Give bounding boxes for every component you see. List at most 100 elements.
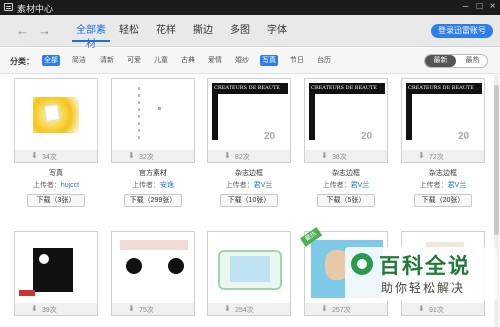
filter-chip-cute[interactable]: 可爱 bbox=[125, 55, 143, 66]
thumbnail-side-band bbox=[406, 94, 412, 140]
download-icon: ⬇ bbox=[418, 151, 425, 160]
filter-label: 分类： bbox=[10, 57, 34, 66]
tab-multi-image[interactable]: 多图 bbox=[229, 24, 251, 42]
app-icon bbox=[4, 3, 13, 11]
uploader-name-link[interactable]: 君V兰 bbox=[448, 182, 467, 189]
tab-all-materials[interactable]: 全部素材 bbox=[72, 24, 110, 50]
material-card[interactable]: ⬇ 254次 bbox=[207, 231, 291, 327]
download-count: 39次 bbox=[42, 307, 57, 314]
filter-chip-love[interactable]: 爱情 bbox=[206, 55, 224, 66]
close-icon[interactable]: × bbox=[486, 1, 499, 13]
material-card[interactable]: CREATEURS DE BEAUTE 20 ⬇ 82次 杂志边框 上传者：君V… bbox=[207, 78, 291, 223]
material-card[interactable]: ⬇ 32次 官方素材 上传者：安逸 下载（299张） bbox=[111, 78, 195, 223]
uploader-line: 上传者：君V兰 bbox=[304, 180, 388, 190]
download-button[interactable]: 下载（299张） bbox=[124, 194, 182, 207]
material-card[interactable]: ⬇ 39次 bbox=[14, 231, 98, 327]
material-thumbnail[interactable]: CREATEURS DE BEAUTE 20 bbox=[304, 78, 388, 150]
thumbnail-dot bbox=[158, 107, 161, 110]
material-card[interactable]: ⬇ 75次 bbox=[111, 231, 195, 327]
thumbnail-number: 20 bbox=[361, 131, 373, 142]
material-thumbnail[interactable]: CREATEURS DE BEAUTE 20 bbox=[207, 78, 291, 150]
download-count: 34次 bbox=[42, 154, 57, 161]
filter-chip-portrait[interactable]: 写真 bbox=[260, 55, 278, 66]
thumbnail-circle-right bbox=[168, 258, 184, 274]
thumbnail-photo-area bbox=[230, 256, 270, 282]
download-stats: ⬇ 257次 bbox=[304, 303, 388, 316]
sort-hottest-button[interactable]: 最热 bbox=[457, 55, 487, 67]
maximize-icon[interactable]: □ bbox=[473, 1, 486, 13]
uploader-label: 上传者： bbox=[32, 182, 61, 189]
filter-chip-wedding[interactable]: 婚纱 bbox=[233, 55, 251, 66]
scrollbar-thumb[interactable] bbox=[494, 85, 499, 235]
download-stats: ⬇ 91次 bbox=[401, 303, 485, 316]
download-stats: ⬇ 82次 bbox=[207, 150, 291, 163]
uploader-name-link[interactable]: 安逸 bbox=[160, 182, 174, 189]
download-count: 32次 bbox=[139, 154, 154, 161]
material-card[interactable]: ⬇ 34次 写真 上传者：hujcct 下载（3张） bbox=[14, 78, 98, 223]
thumbnail-image bbox=[33, 248, 73, 292]
uploader-line: 上传者：安逸 bbox=[111, 180, 195, 190]
watermark-logo-icon bbox=[351, 253, 373, 275]
filter-chip-holiday[interactable]: 节日 bbox=[288, 55, 306, 66]
download-count: 257次 bbox=[332, 307, 351, 314]
watermark-title: 百科全说 bbox=[379, 255, 471, 278]
download-stats: ⬇ 72次 bbox=[401, 150, 485, 163]
material-thumbnail[interactable] bbox=[14, 231, 98, 303]
sort-newest-button[interactable]: 最新 bbox=[425, 55, 456, 67]
material-name: 杂志边框 bbox=[235, 170, 263, 177]
thumbnail-side-band bbox=[212, 94, 218, 140]
download-button[interactable]: 下载（10张） bbox=[220, 194, 278, 207]
login-button[interactable]: 登录迅雷账号 bbox=[431, 24, 493, 38]
download-stats: ⬇ 254次 bbox=[207, 303, 291, 316]
uploader-name-link[interactable]: 君V兰 bbox=[351, 182, 370, 189]
filter-chip-fresh[interactable]: 清新 bbox=[98, 55, 116, 66]
thumbnail-side-band bbox=[309, 94, 315, 140]
material-card[interactable]: CREATEURS DE BEAUTE 20 ⬇ 72次 杂志边框 上传者：君V… bbox=[401, 78, 485, 223]
download-stats: ⬇ 38次 bbox=[304, 150, 388, 163]
tab-pattern[interactable]: 花样 bbox=[155, 24, 177, 42]
filter-chip-children[interactable]: 儿童 bbox=[152, 55, 170, 66]
sort-toggle: 最新 最热 bbox=[424, 54, 488, 68]
thumbnail-photo-frame bbox=[43, 104, 61, 122]
uploader-label: 上传者： bbox=[322, 182, 351, 189]
download-icon: ⬇ bbox=[224, 151, 231, 160]
download-stats: ⬇ 39次 bbox=[14, 303, 98, 316]
filter-chip-calendar[interactable]: 台历 bbox=[315, 55, 333, 66]
thumbnail-image bbox=[138, 87, 140, 143]
tab-fonts[interactable]: 字体 bbox=[266, 24, 288, 42]
material-thumbnail[interactable] bbox=[111, 231, 195, 303]
material-thumbnail[interactable] bbox=[111, 78, 195, 150]
uploader-name-link[interactable]: hujcct bbox=[61, 182, 79, 189]
filter-chip-classical[interactable]: 古典 bbox=[179, 55, 197, 66]
download-icon: ⬇ bbox=[31, 151, 38, 160]
material-name: 杂志边框 bbox=[332, 170, 360, 177]
filter-bar: 分类： 全部 简洁 清新 可爱 儿童 古典 爱情 婚纱 写真 节日 台历 最新 … bbox=[0, 48, 500, 74]
thumbnail-number: 20 bbox=[458, 131, 470, 142]
back-arrow-icon[interactable]: ← bbox=[16, 24, 29, 37]
uploader-label: 上传者： bbox=[132, 182, 160, 189]
download-icon: ⬇ bbox=[321, 304, 328, 313]
material-thumbnail[interactable] bbox=[14, 78, 98, 150]
tab-easy[interactable]: 轻松 bbox=[118, 24, 140, 42]
download-icon: ⬇ bbox=[418, 304, 425, 313]
download-button[interactable]: 下载（3张） bbox=[27, 194, 85, 207]
material-thumbnail[interactable]: CREATEURS DE BEAUTE 20 bbox=[401, 78, 485, 150]
download-count: 91次 bbox=[429, 307, 444, 314]
material-card[interactable]: CREATEURS DE BEAUTE 20 ⬇ 38次 杂志边框 上传者：君V… bbox=[304, 78, 388, 223]
uploader-label: 上传者： bbox=[419, 182, 448, 189]
download-button[interactable]: 下载（5张） bbox=[317, 194, 375, 207]
filter-chip-simple[interactable]: 简洁 bbox=[70, 55, 88, 66]
thumbnail-top-band bbox=[120, 240, 188, 250]
thumbnail-magazine-title: CREATEURS DE BEAUTE bbox=[311, 85, 377, 91]
thumbnail-circle-left bbox=[126, 258, 142, 274]
material-thumbnail[interactable] bbox=[207, 231, 291, 303]
forward-arrow-icon[interactable]: → bbox=[38, 24, 51, 37]
minimize-icon[interactable]: – bbox=[459, 1, 472, 13]
download-icon: ⬇ bbox=[128, 304, 135, 313]
download-button[interactable]: 下载（20张） bbox=[414, 194, 472, 207]
tab-torn-edge[interactable]: 撕边 bbox=[192, 24, 214, 42]
filter-chip-all[interactable]: 全部 bbox=[42, 55, 60, 66]
material-name: 杂志边框 bbox=[429, 170, 457, 177]
uploader-name-link[interactable]: 君V兰 bbox=[254, 182, 273, 189]
uploader-line: 上传者：君V兰 bbox=[207, 180, 291, 190]
